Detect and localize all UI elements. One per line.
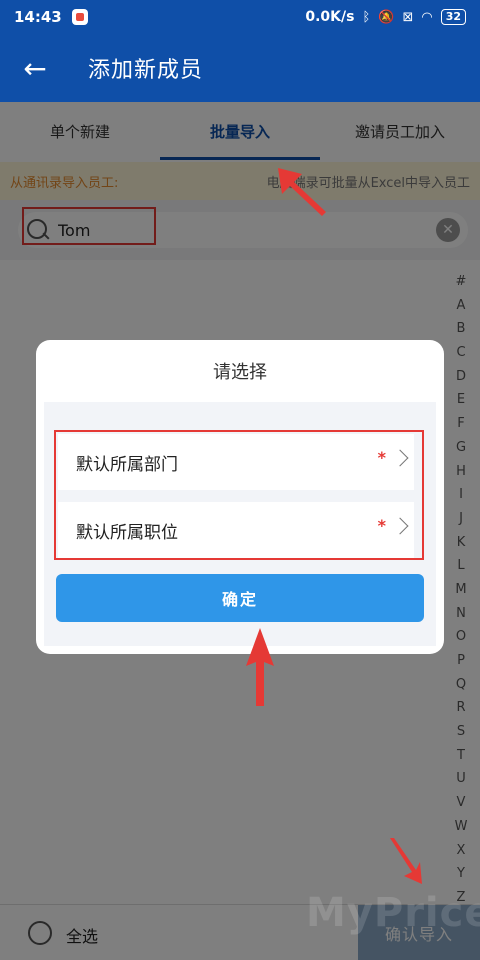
- dialog-title: 请选择: [213, 362, 267, 383]
- mute-icon: 🔕: [378, 9, 395, 25]
- sim-icon: ⊠: [402, 9, 414, 25]
- confirm-button[interactable]: 确定: [56, 574, 424, 622]
- app-icon: [71, 9, 88, 25]
- wifi-icon: ◠: [421, 9, 433, 25]
- network-speed: 0.0K/s: [305, 9, 355, 25]
- app-header: ← 添加新成员: [0, 34, 480, 102]
- status-time: 14:43: [14, 8, 62, 26]
- status-right: 0.0K/s ᛒ 🔕 ⊠ ◠ 32: [305, 9, 466, 25]
- status-bar: 14:43 0.0K/s ᛒ 🔕 ⊠ ◠ 32: [0, 0, 480, 34]
- annotation-box-rows: [54, 430, 424, 560]
- page-title: 添加新成员: [88, 58, 204, 83]
- battery-icon: 32: [440, 9, 466, 25]
- select-dialog: 请选择 默认所属部门 * 默认所属职位 * 确定: [36, 340, 444, 654]
- watermark-logo: MyPrice: [306, 890, 480, 936]
- bluetooth-icon: ᛒ: [362, 9, 371, 25]
- back-arrow-icon[interactable]: ←: [0, 52, 70, 85]
